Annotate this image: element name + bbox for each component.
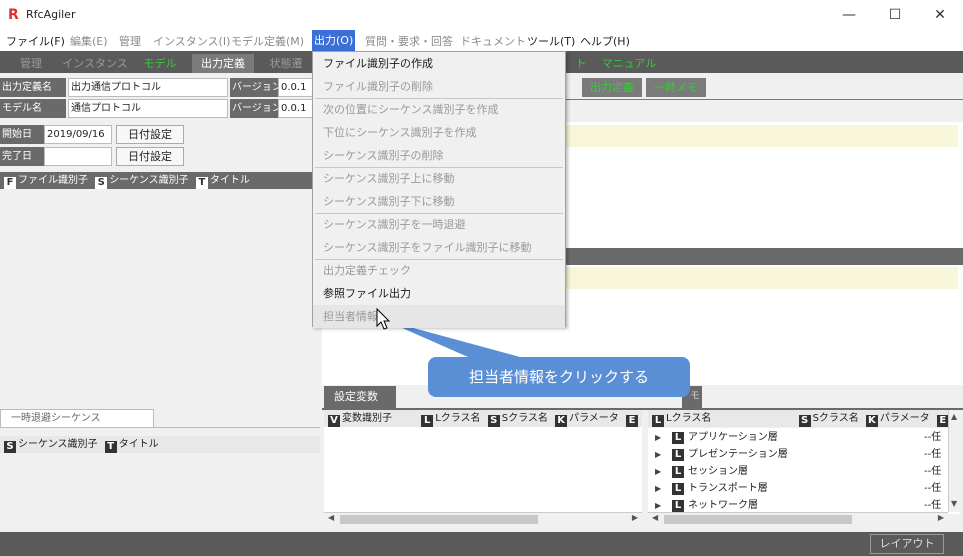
menu-item-seq-up[interactable]: シーケンス識別子上に移動 (313, 167, 565, 190)
menu-item-create-file-id[interactable]: ファイル識別子の作成 (313, 52, 565, 75)
menu-item-seq-down[interactable]: シーケンス識別子下に移動 (313, 190, 565, 213)
menu-item-ref-file-output[interactable]: 参照ファイル出力 (313, 282, 565, 305)
menu-item-delete-file-id[interactable]: ファイル識別子の削除 (313, 75, 565, 98)
output-dropdown-menu: ファイル識別子の作成 ファイル識別子の削除 次の位置にシーケンス識別子を作成 下… (312, 51, 566, 328)
menu-item-delete-seq[interactable]: シーケンス識別子の削除 (313, 144, 565, 167)
menu-item-staff-info[interactable]: 担当者情報 (313, 305, 565, 328)
menu-item-output-check[interactable]: 出力定義チェック (313, 259, 565, 282)
instruction-callout: 担当者情報をクリックする (428, 357, 690, 397)
mouse-cursor-icon (376, 308, 391, 330)
menu-item-create-seq-child[interactable]: 下位にシーケンス識別子を作成 (313, 121, 565, 144)
menu-item-seq-temp[interactable]: シーケンス識別子を一時退避 (313, 213, 565, 236)
menu-item-create-seq-next[interactable]: 次の位置にシーケンス識別子を作成 (313, 98, 565, 121)
menu-item-seq-to-file[interactable]: シーケンス識別子をファイル識別子に移動 (313, 236, 565, 259)
